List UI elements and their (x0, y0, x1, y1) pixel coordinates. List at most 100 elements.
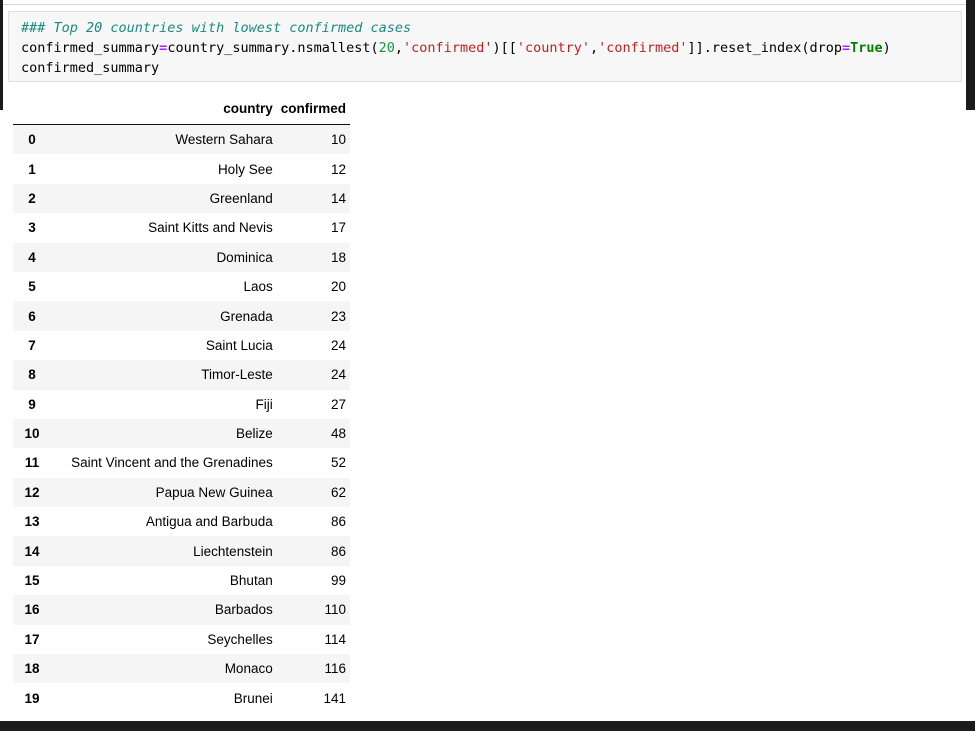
code-line: ### Top 20 countries with lowest confirm… (21, 18, 961, 38)
code-token-plain: country_summary.nsmallest( (167, 40, 379, 56)
code-source[interactable]: ### Top 20 countries with lowest confirm… (21, 18, 961, 78)
row-index: 17 (24, 631, 40, 647)
row-index: 10 (24, 426, 40, 442)
code-token-comment: ### Top 20 countries with lowest confirm… (21, 20, 412, 36)
cell-country: Barbados (214, 602, 273, 618)
code-token-plain: confirmed_summary (21, 60, 160, 76)
cell-country: Western Sahara (175, 132, 273, 148)
row-index: 15 (24, 573, 40, 589)
cell-confirmed: 23 (330, 308, 346, 324)
dataframe-output: country confirmed 0 Western Sahara 10 1 Holy… (13, 100, 350, 713)
cell-confirmed: 110 (324, 602, 346, 618)
cell-confirmed: 116 (324, 661, 346, 677)
cell-country: Brunei (233, 690, 273, 706)
cell-country: Antigua and Barbuda (145, 514, 273, 530)
notebook-page: ### Top 20 countries with lowest confirm… (0, 0, 975, 731)
table-row: 2 Greenland 14 (13, 183, 350, 214)
cell-confirmed: 86 (330, 514, 346, 530)
row-index: 19 (24, 690, 40, 706)
code-token-plain: )[[ (492, 40, 517, 56)
dataframe-table: country confirmed 0 Western Sahara 10 1 Holy… (13, 100, 350, 713)
table-row: 15 Bhutan 99 (13, 565, 350, 596)
cell-country: Saint Lucia (205, 337, 273, 353)
table-row: 4 Dominica 18 (13, 242, 350, 272)
table-row: 6 Grenada 23 (13, 301, 350, 331)
cell-confirmed: 62 (330, 484, 346, 500)
cell-country: Holy See (217, 161, 273, 177)
cell-country: Liechtenstein (193, 543, 273, 559)
row-index: 12 (24, 484, 40, 500)
cell-country: Timor-Leste (201, 367, 273, 383)
code-token-plain: ]].reset_index(drop (687, 40, 842, 56)
cell-country: Seychelles (207, 631, 273, 647)
table-row: 19 Brunei 141 (13, 683, 350, 713)
cell-country: Saint Vincent and the Grenadines (71, 455, 273, 471)
code-token-num: 20 (378, 40, 395, 56)
cell-confirmed: 114 (324, 631, 346, 647)
code-token-plain: ) (882, 40, 891, 56)
row-index: 16 (24, 602, 40, 618)
cell-country: Greenland (209, 190, 273, 206)
row-index: 13 (24, 514, 40, 530)
row-index: 11 (24, 455, 40, 471)
cell-country: Grenada (220, 308, 273, 324)
row-index: 9 (28, 396, 36, 412)
row-index: 7 (28, 337, 36, 353)
table-body: 0 Western Sahara 10 1 Holy See 12 2 Greenland 14… (13, 124, 350, 713)
code-token-plain: , (394, 40, 404, 56)
cell-country: Bhutan (229, 573, 273, 589)
table-row: 14 Liechtenstein 86 (13, 536, 350, 566)
cell-country: Belize (235, 426, 273, 442)
table-row: 0 Western Sahara 10 (13, 124, 350, 155)
index-column-header (13, 100, 52, 125)
row-index: 5 (28, 279, 36, 295)
column-header-country: country (51, 100, 277, 125)
code-token-str: 'confirmed' (403, 40, 493, 56)
row-index: 1 (28, 161, 36, 177)
cell-confirmed: 27 (330, 396, 346, 412)
table-row: 17 Seychelles 114 (13, 624, 350, 655)
table-header-row: country confirmed (13, 100, 350, 125)
cell-confirmed: 12 (330, 161, 346, 177)
row-index: 3 (28, 220, 36, 236)
code-token-plain: , (590, 40, 599, 56)
bottom-window-edge (0, 721, 975, 731)
code-token-kw: True (850, 40, 883, 56)
cell-confirmed: 14 (330, 190, 346, 206)
cell-confirmed: 86 (330, 543, 346, 559)
code-input-cell[interactable]: ### Top 20 countries with lowest confirm… (8, 11, 962, 82)
row-index: 2 (28, 190, 36, 206)
table-row: 12 Papua New Guinea 62 (13, 477, 350, 508)
code-token-op: = (841, 40, 851, 56)
table-row: 8 Timor-Leste 24 (13, 360, 350, 390)
cell-confirmed: 141 (323, 690, 346, 706)
table-row: 9 Fiji 27 (13, 389, 350, 419)
cell-country: Laos (243, 279, 273, 295)
cell-country: Saint Kitts and Nevis (148, 220, 273, 236)
table-row: 18 Monaco 116 (13, 654, 350, 684)
row-index: 8 (28, 367, 36, 383)
table-row: 11 Saint Vincent and the Grenadines 52 (13, 448, 350, 478)
table-row: 13 Antigua and Barbuda 86 (13, 507, 350, 537)
code-line: confirmed_summary = country_summary.nsmall… (21, 38, 961, 58)
table-row: 1 Holy See 12 (13, 154, 350, 184)
row-index: 18 (24, 661, 40, 677)
cell-confirmed: 18 (330, 249, 346, 265)
table-header: country confirmed (13, 100, 350, 125)
cell-confirmed: 20 (330, 279, 346, 295)
cell-confirmed: 17 (330, 220, 346, 236)
cell-country: Monaco (224, 661, 273, 677)
column-header-confirmed: confirmed (276, 100, 350, 125)
cell-country: Papua New Guinea (155, 484, 273, 500)
row-index: 14 (24, 543, 40, 559)
cell-confirmed: 52 (330, 455, 346, 471)
code-token-plain: confirmed_summary (21, 40, 160, 56)
cell-country: Fiji (255, 396, 273, 412)
table-row: 3 Saint Kitts and Nevis 17 (13, 213, 350, 243)
top-divider (0, 4, 975, 5)
row-index: 4 (28, 249, 36, 265)
cell-confirmed: 99 (330, 573, 346, 589)
cell-confirmed: 24 (330, 367, 346, 383)
code-token-str: 'confirmed' (598, 40, 688, 56)
cell-country: Dominica (216, 249, 273, 265)
